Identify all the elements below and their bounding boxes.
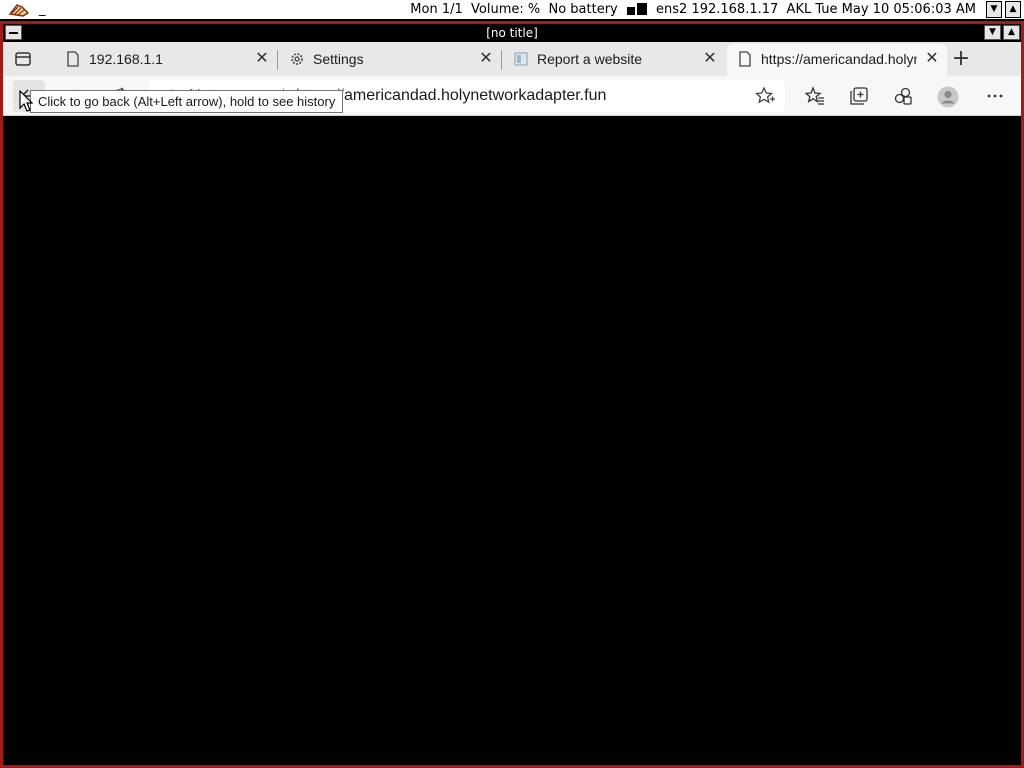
status-right-text: ens2 192.168.1.17 AKL Tue May 10 05:06:0… — [656, 2, 976, 17]
app-logo-icon[interactable] — [8, 1, 30, 18]
page-content[interactable] — [3, 117, 1021, 765]
gear-icon — [291, 53, 303, 65]
tab-label: https://americandad.holynetworkadapter.f… — [761, 51, 917, 67]
tab-label: 192.168.1.1 — [89, 51, 163, 67]
avatar-icon — [937, 86, 959, 108]
browser-window: [no title] ▼ ▲ 192.168.1.1 ✕ Settings ✕ … — [0, 21, 1024, 768]
url-host: americandad.holynetworkadapter.fun — [344, 87, 607, 104]
new-tab-button[interactable]: + — [949, 48, 973, 72]
tab-actions-icon[interactable] — [13, 50, 33, 68]
tab-report-a-website[interactable]: Report a website ✕ — [503, 44, 725, 76]
window-menu-button[interactable] — [5, 25, 22, 40]
status-down-button[interactable]: ▼ — [986, 1, 1002, 18]
window-minimize-button[interactable]: ▼ — [984, 25, 1001, 40]
add-favorite-icon[interactable] — [755, 87, 775, 105]
page-icon — [67, 51, 79, 67]
profile-button[interactable] — [931, 80, 963, 112]
window-title: [no title] — [486, 26, 538, 40]
status-info: Mon 1/1 Volume: % No battery ens2 192.16… — [410, 0, 976, 19]
tab-close-button[interactable]: ✕ — [253, 50, 271, 68]
favorites-button[interactable] — [799, 80, 831, 112]
status-up-button[interactable]: ▲ — [1005, 1, 1021, 18]
battery-icon — [626, 3, 647, 15]
tab-americandad[interactable]: https://americandad.holynetworkadapter.f… — [727, 44, 947, 76]
window-titlebar[interactable]: [no title] ▼ ▲ — [3, 24, 1021, 42]
extensions-button[interactable] — [887, 80, 919, 112]
status-left-text: Mon 1/1 Volume: % No battery — [410, 2, 618, 17]
tab-strip: 192.168.1.1 ✕ Settings ✕ Report a websit… — [3, 42, 1021, 76]
tab-label: Report a website — [537, 51, 643, 67]
back-button-tooltip: Click to go back (Alt+Left arrow), hold … — [30, 90, 344, 113]
tab-close-button[interactable]: ✕ — [923, 50, 941, 68]
system-status-bar: _ Mon 1/1 Volume: % No battery ens2 192.… — [0, 0, 1024, 20]
tab-close-button[interactable]: ✕ — [701, 50, 719, 68]
collections-icon — [850, 87, 868, 105]
mouse-cursor-icon — [19, 90, 33, 112]
tab-close-button[interactable]: ✕ — [477, 50, 495, 68]
more-icon — [987, 94, 1003, 98]
tab-divider — [277, 50, 278, 70]
extensions-icon — [894, 87, 912, 105]
window-maximize-button[interactable]: ▲ — [1003, 25, 1020, 40]
report-icon — [514, 52, 528, 66]
tab-divider — [501, 50, 502, 70]
page-icon — [739, 51, 751, 67]
tab-192-168-1-1[interactable]: 192.168.1.1 ✕ — [55, 44, 278, 76]
settings-menu-button[interactable] — [979, 80, 1011, 112]
tab-settings[interactable]: Settings ✕ — [279, 44, 502, 76]
tab-label: Settings — [313, 51, 364, 67]
minimized-indicator[interactable]: _ — [39, 0, 46, 19]
collections-button[interactable] — [843, 80, 875, 112]
favorites-icon — [805, 86, 824, 105]
